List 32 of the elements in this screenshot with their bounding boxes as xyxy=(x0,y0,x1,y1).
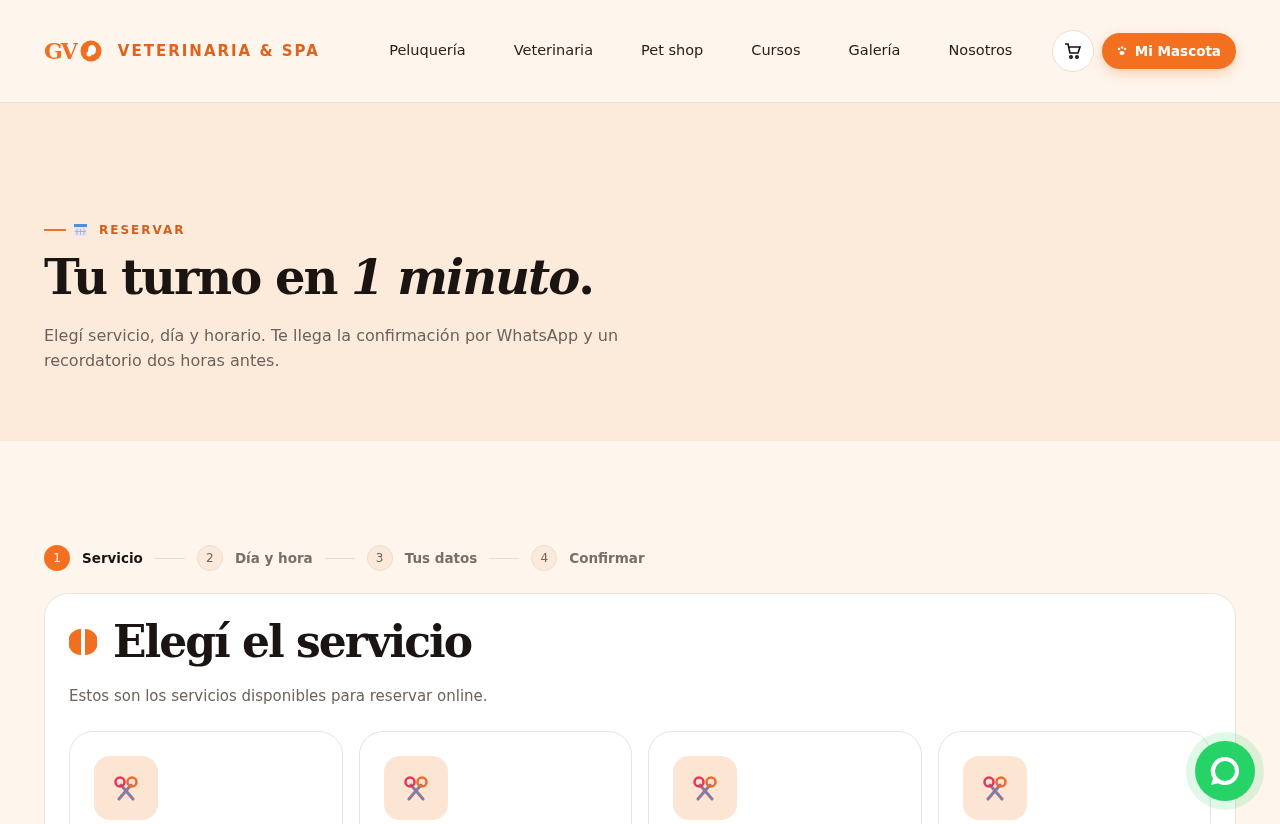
logo-text: GV xyxy=(44,36,76,66)
scissors-icon xyxy=(981,775,1008,802)
nav-link[interactable]: Galería xyxy=(848,40,901,62)
step-number: 3 xyxy=(366,545,393,571)
scissors-icon xyxy=(113,775,139,802)
section-label: RESERVAR xyxy=(99,222,186,239)
panel-title: Elegí el servicio xyxy=(113,616,472,669)
hero-description: Elegí servicio, día y horario. Te llega la confirmación por WhatsApp y un recordatorio dos horas antes. xyxy=(44,324,620,373)
nav-link[interactable]: Nosotros xyxy=(948,40,1013,62)
step-label[interactable]: Servicio xyxy=(82,547,143,569)
half-circles-icon xyxy=(69,628,97,657)
brand-name: VETERINARIA & SPA xyxy=(117,40,320,62)
cart-icon xyxy=(1063,42,1082,60)
logo-icon xyxy=(79,40,102,62)
scissors-icon xyxy=(692,775,718,802)
step-number: 1 xyxy=(44,545,70,571)
nav-link[interactable]: Peluquería xyxy=(389,40,466,62)
step-label[interactable]: Confirmar xyxy=(569,547,645,569)
hero-title: Tu turno en 1 minuto. xyxy=(44,249,594,307)
step-label[interactable]: Tus datos xyxy=(404,547,478,569)
paw-icon xyxy=(1116,46,1127,56)
nav-link[interactable]: Cursos xyxy=(751,40,801,62)
scissors-icon xyxy=(402,775,429,802)
panel-subtitle: Estos son los servicios disponibles para reservar online. xyxy=(69,685,489,707)
dash-line xyxy=(44,229,66,231)
nav-link[interactable]: Pet shop xyxy=(641,40,704,62)
step-label[interactable]: Día y hora xyxy=(234,547,313,569)
calendar-icon xyxy=(74,224,87,236)
cart-button[interactable] xyxy=(1051,30,1094,72)
nav-link[interactable]: Veterinaria xyxy=(513,40,593,62)
step-number: 2 xyxy=(196,545,223,571)
step-number: 4 xyxy=(531,545,558,571)
